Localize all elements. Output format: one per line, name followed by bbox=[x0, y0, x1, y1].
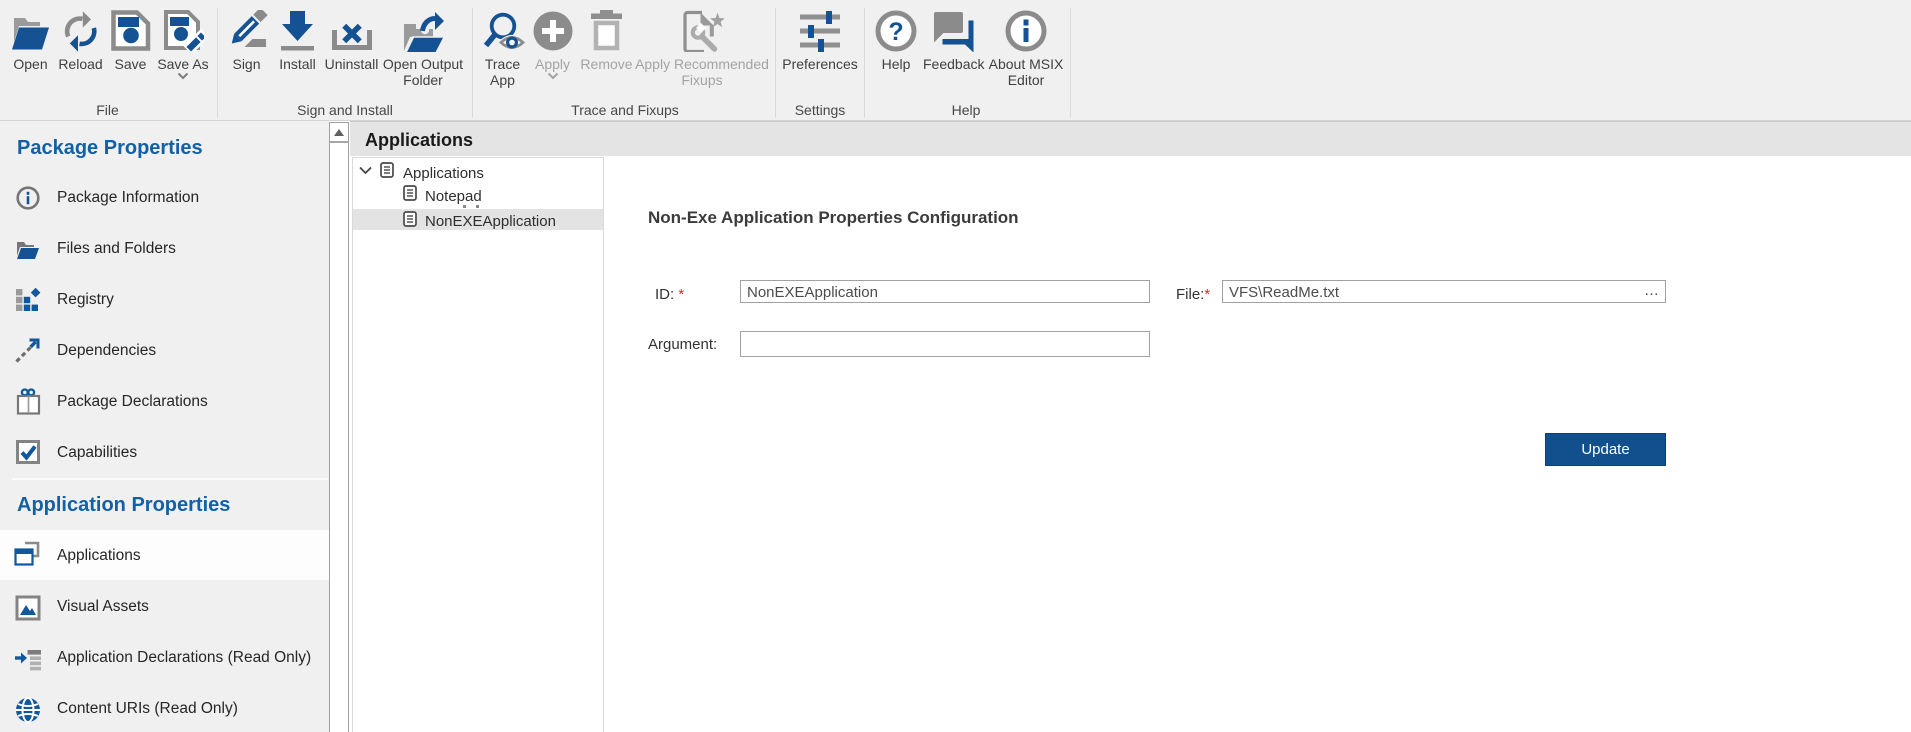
svg-text:?: ? bbox=[888, 18, 903, 46]
